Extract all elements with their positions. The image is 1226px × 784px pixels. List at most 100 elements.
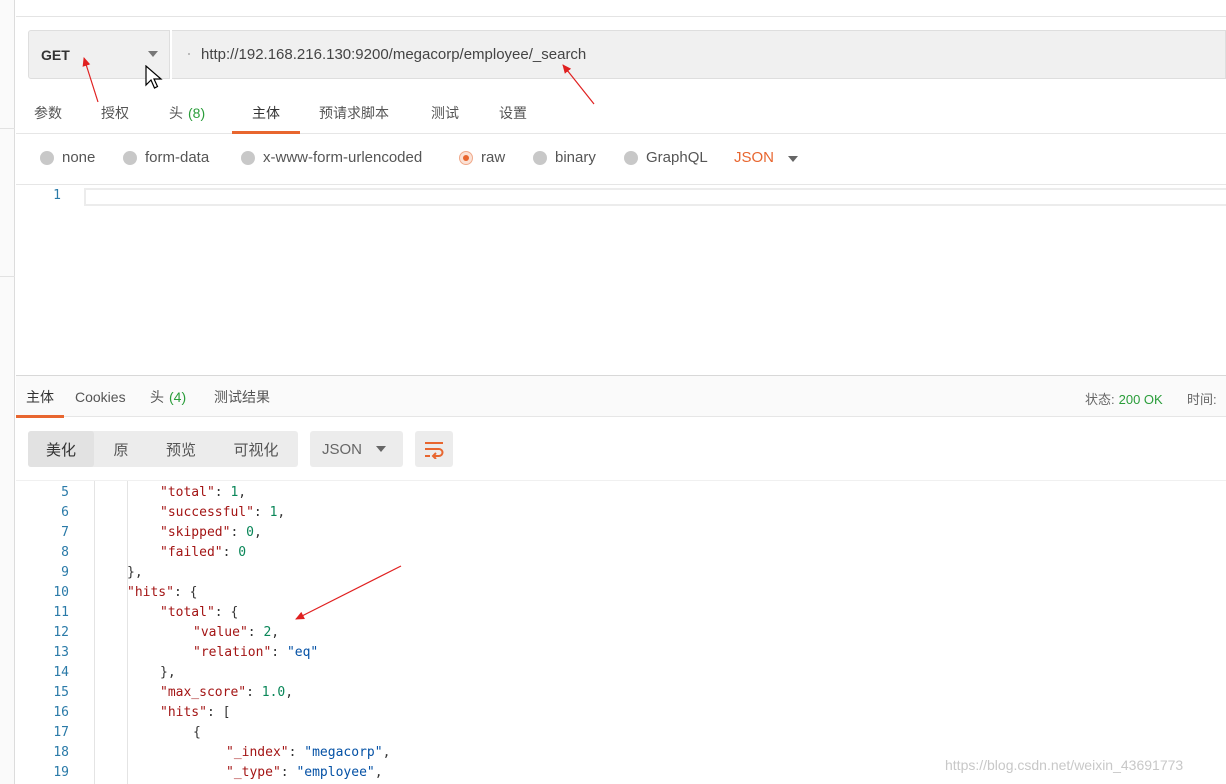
line-number: 15 [53, 685, 69, 700]
tab-label: 授权 [101, 104, 129, 121]
code-token: "hits" [160, 705, 207, 720]
view-visualize-button[interactable]: 可视化 [214, 431, 298, 467]
line-number: 8 [61, 545, 69, 560]
request-body-editor[interactable]: 1 [16, 186, 1226, 374]
radio-label: raw [481, 149, 506, 166]
view-pretty-button[interactable]: 美化 [28, 431, 94, 467]
code-token: "megacorp" [304, 745, 383, 760]
code-token: , [374, 765, 383, 780]
radio-urlencoded[interactable]: x-www-form-urlencoded [241, 149, 422, 166]
code-line: 7 "skipped": 0, [16, 523, 1226, 543]
view-mode-group: 美化 原 预览 可视化 [28, 431, 298, 467]
format-label: JSON [322, 440, 363, 458]
tab-headers[interactable]: 头 (8) [169, 92, 205, 133]
response-tabs: 主体 Cookies 头 (4) 测试结果 状态: 200 OK 时间: [16, 375, 1226, 418]
code-text: "total": { [160, 603, 238, 623]
code-token: : [ [206, 705, 231, 720]
line-number: 19 [53, 765, 69, 780]
tab-settings[interactable]: 设置 [499, 92, 527, 133]
tab-params[interactable]: 参数 [34, 92, 62, 133]
line-number: 7 [61, 525, 69, 540]
tab-body[interactable]: 主体 [232, 92, 300, 134]
tab-test-results[interactable]: 测试结果 [214, 376, 270, 417]
radio-none[interactable]: none [40, 149, 95, 166]
radio-selected-icon [459, 150, 473, 165]
code-token: : [222, 545, 239, 560]
radio-label: x-www-form-urlencoded [263, 149, 423, 166]
view-raw-button[interactable]: 原 [94, 431, 148, 467]
tab-label: 测试结果 [214, 388, 270, 405]
radio-raw[interactable]: raw [459, 149, 505, 166]
line-number: 5 [61, 485, 69, 500]
drag-dot [188, 53, 190, 55]
code-token: : [214, 485, 231, 500]
tab-label: 参数 [34, 104, 62, 121]
code-text: }, [160, 663, 176, 683]
code-token: "hits" [127, 585, 174, 600]
tab-tests[interactable]: 测试 [431, 92, 459, 133]
radio-form-data[interactable]: form-data [123, 149, 209, 166]
code-token: : [280, 765, 297, 780]
line-number: 9 [61, 565, 69, 580]
code-text: "hits": { [127, 583, 197, 603]
code-token: : { [214, 605, 239, 620]
code-token: "skipped" [160, 525, 231, 540]
response-body-viewer[interactable]: 5 "total": 1, 6 "successful": 1, 7 "skipped":… [16, 480, 1226, 784]
code-token: }, [160, 665, 176, 680]
code-line: 11 "total": { [16, 603, 1226, 623]
tab-count: (8) [188, 104, 206, 121]
wrap-lines-icon [425, 442, 444, 459]
code-line: 13 "relation": "eq" [16, 643, 1226, 663]
tab-label: 主体 [252, 104, 280, 121]
code-token: }, [127, 565, 143, 580]
method-label: GET [41, 46, 70, 63]
response-format-select[interactable]: JSON [310, 431, 403, 467]
radio-graphql[interactable]: GraphQL [624, 149, 708, 166]
code-text: "_index": "megacorp", [226, 743, 390, 763]
tab-label: Cookies [75, 388, 126, 405]
tab-auth[interactable]: 授权 [101, 92, 129, 133]
code-token: "_index" [226, 745, 289, 760]
code-token: "total" [160, 485, 215, 500]
radio-icon [533, 150, 547, 165]
radio-binary[interactable]: binary [533, 149, 596, 166]
view-preview-button[interactable]: 预览 [148, 431, 214, 467]
code-token: , [285, 685, 294, 700]
code-token: "successful" [160, 505, 254, 520]
code-text: "max_score": 1.0, [160, 683, 293, 703]
code-token: , [238, 485, 247, 500]
mouse-cursor-icon [145, 65, 163, 89]
tab-pre-request-script[interactable]: 预请求脚本 [319, 92, 389, 133]
url-input[interactable]: http://192.168.216.130:9200/megacorp/emp… [172, 30, 1226, 79]
code-line: 12 "value": 2, [16, 623, 1226, 643]
code-token: 0 [246, 525, 254, 540]
current-line-highlight [84, 188, 1226, 206]
code-token: 1.0 [261, 685, 286, 700]
wrap-lines-button[interactable] [415, 431, 453, 467]
status-indicator: 状态: 200 OK [1085, 389, 1163, 408]
tab-response-body[interactable]: 主体 [16, 376, 64, 418]
code-token: "total" [160, 605, 215, 620]
body-format-select[interactable]: JSON [734, 149, 774, 166]
tab-label: 主体 [26, 388, 54, 405]
tab-label: 设置 [499, 104, 527, 121]
sidebar-divider [0, 276, 15, 277]
tab-label: 预请求脚本 [319, 104, 389, 121]
code-token: 0 [238, 545, 247, 560]
radio-icon [624, 150, 638, 165]
caret-down-icon[interactable] [788, 156, 798, 162]
code-token: "eq" [286, 645, 319, 660]
line-number: 6 [61, 505, 69, 520]
tab-cookies[interactable]: Cookies [75, 376, 126, 417]
code-line: 15 "max_score": 1.0, [16, 683, 1226, 703]
code-text: "hits": [ [160, 703, 230, 723]
code-text: "skipped": 0, [160, 523, 262, 543]
code-line: 9}, [16, 563, 1226, 583]
code-token: : [230, 525, 247, 540]
code-token: : [288, 745, 305, 760]
status-value: 200 OK [1118, 392, 1163, 407]
code-token: : [246, 685, 262, 700]
line-number: 10 [53, 585, 69, 600]
tab-response-headers[interactable]: 头 (4) [150, 376, 186, 417]
request-url-row: GET http://192.168.216.130:9200/megacorp… [28, 30, 1226, 79]
